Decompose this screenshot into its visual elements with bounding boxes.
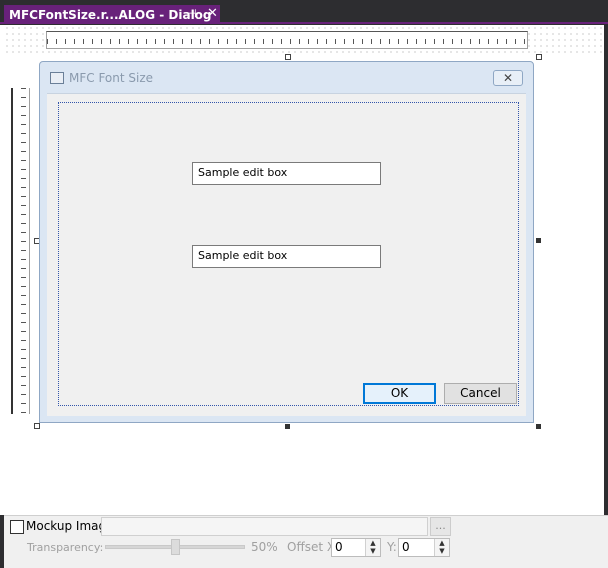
- document-tab-strip: MFCFontSize.r...ALOG - Dialog ⊣ ✕: [0, 0, 608, 25]
- transparency-label: Transparency:: [27, 541, 104, 554]
- mockup-image-path-field[interactable]: [101, 517, 428, 536]
- browse-button[interactable]: ...: [430, 517, 451, 536]
- tab-underline: [0, 22, 608, 24]
- document-tab[interactable]: MFCFontSize.r...ALOG - Dialog ⊣ ✕: [4, 5, 220, 23]
- offset-x-value[interactable]: 0: [335, 540, 343, 554]
- resize-handle-bottom[interactable]: [285, 424, 290, 429]
- dialog-preview[interactable]: MFC Font Size ✕ Sample edit box Sample e…: [39, 61, 534, 423]
- dialog-app-icon: [50, 72, 64, 84]
- resize-handle-right[interactable]: [536, 238, 541, 243]
- sample-edit-box-2[interactable]: Sample edit box: [192, 245, 381, 268]
- spinner-arrows-icon[interactable]: ▲ ▼: [434, 539, 449, 556]
- horizontal-ruler[interactable]: [46, 31, 528, 49]
- offset-y-value[interactable]: 0: [402, 540, 410, 554]
- dialog-close-button[interactable]: ✕: [493, 70, 523, 86]
- spinner-arrows-icon[interactable]: ▲ ▼: [365, 539, 380, 556]
- offset-y-spinner[interactable]: 0 ▲ ▼: [398, 538, 450, 557]
- offset-x-spinner[interactable]: 0 ▲ ▼: [331, 538, 381, 557]
- cancel-button[interactable]: Cancel: [444, 383, 517, 404]
- window-edge: [604, 25, 608, 567]
- tab-title: MFCFontSize.r...ALOG - Dialog: [9, 8, 212, 22]
- resize-handle-bottom-right[interactable]: [536, 424, 541, 429]
- vertical-ruler[interactable]: [11, 88, 30, 414]
- mockup-image-checkbox[interactable]: [10, 520, 24, 534]
- transparency-value: 50%: [251, 540, 278, 554]
- ok-button[interactable]: OK: [363, 383, 436, 404]
- offset-y-label: Y:: [387, 540, 397, 554]
- dialog-client-area[interactable]: Sample edit box Sample edit box OK Cance…: [47, 93, 526, 416]
- pin-icon[interactable]: ⊣: [187, 7, 197, 20]
- transparency-slider-thumb[interactable]: [171, 539, 180, 555]
- close-tab-icon[interactable]: ✕: [207, 6, 218, 21]
- sample-edit-box-1[interactable]: Sample edit box: [192, 162, 381, 185]
- dialog-title: MFC Font Size: [69, 71, 154, 85]
- resize-handle-bottom-left[interactable]: [34, 423, 40, 429]
- mockup-toolbar: Mockup Image: ... Transparency: 50% Offs…: [4, 515, 608, 568]
- resize-handle-top[interactable]: [285, 54, 291, 60]
- resize-handle-top-right[interactable]: [536, 54, 542, 60]
